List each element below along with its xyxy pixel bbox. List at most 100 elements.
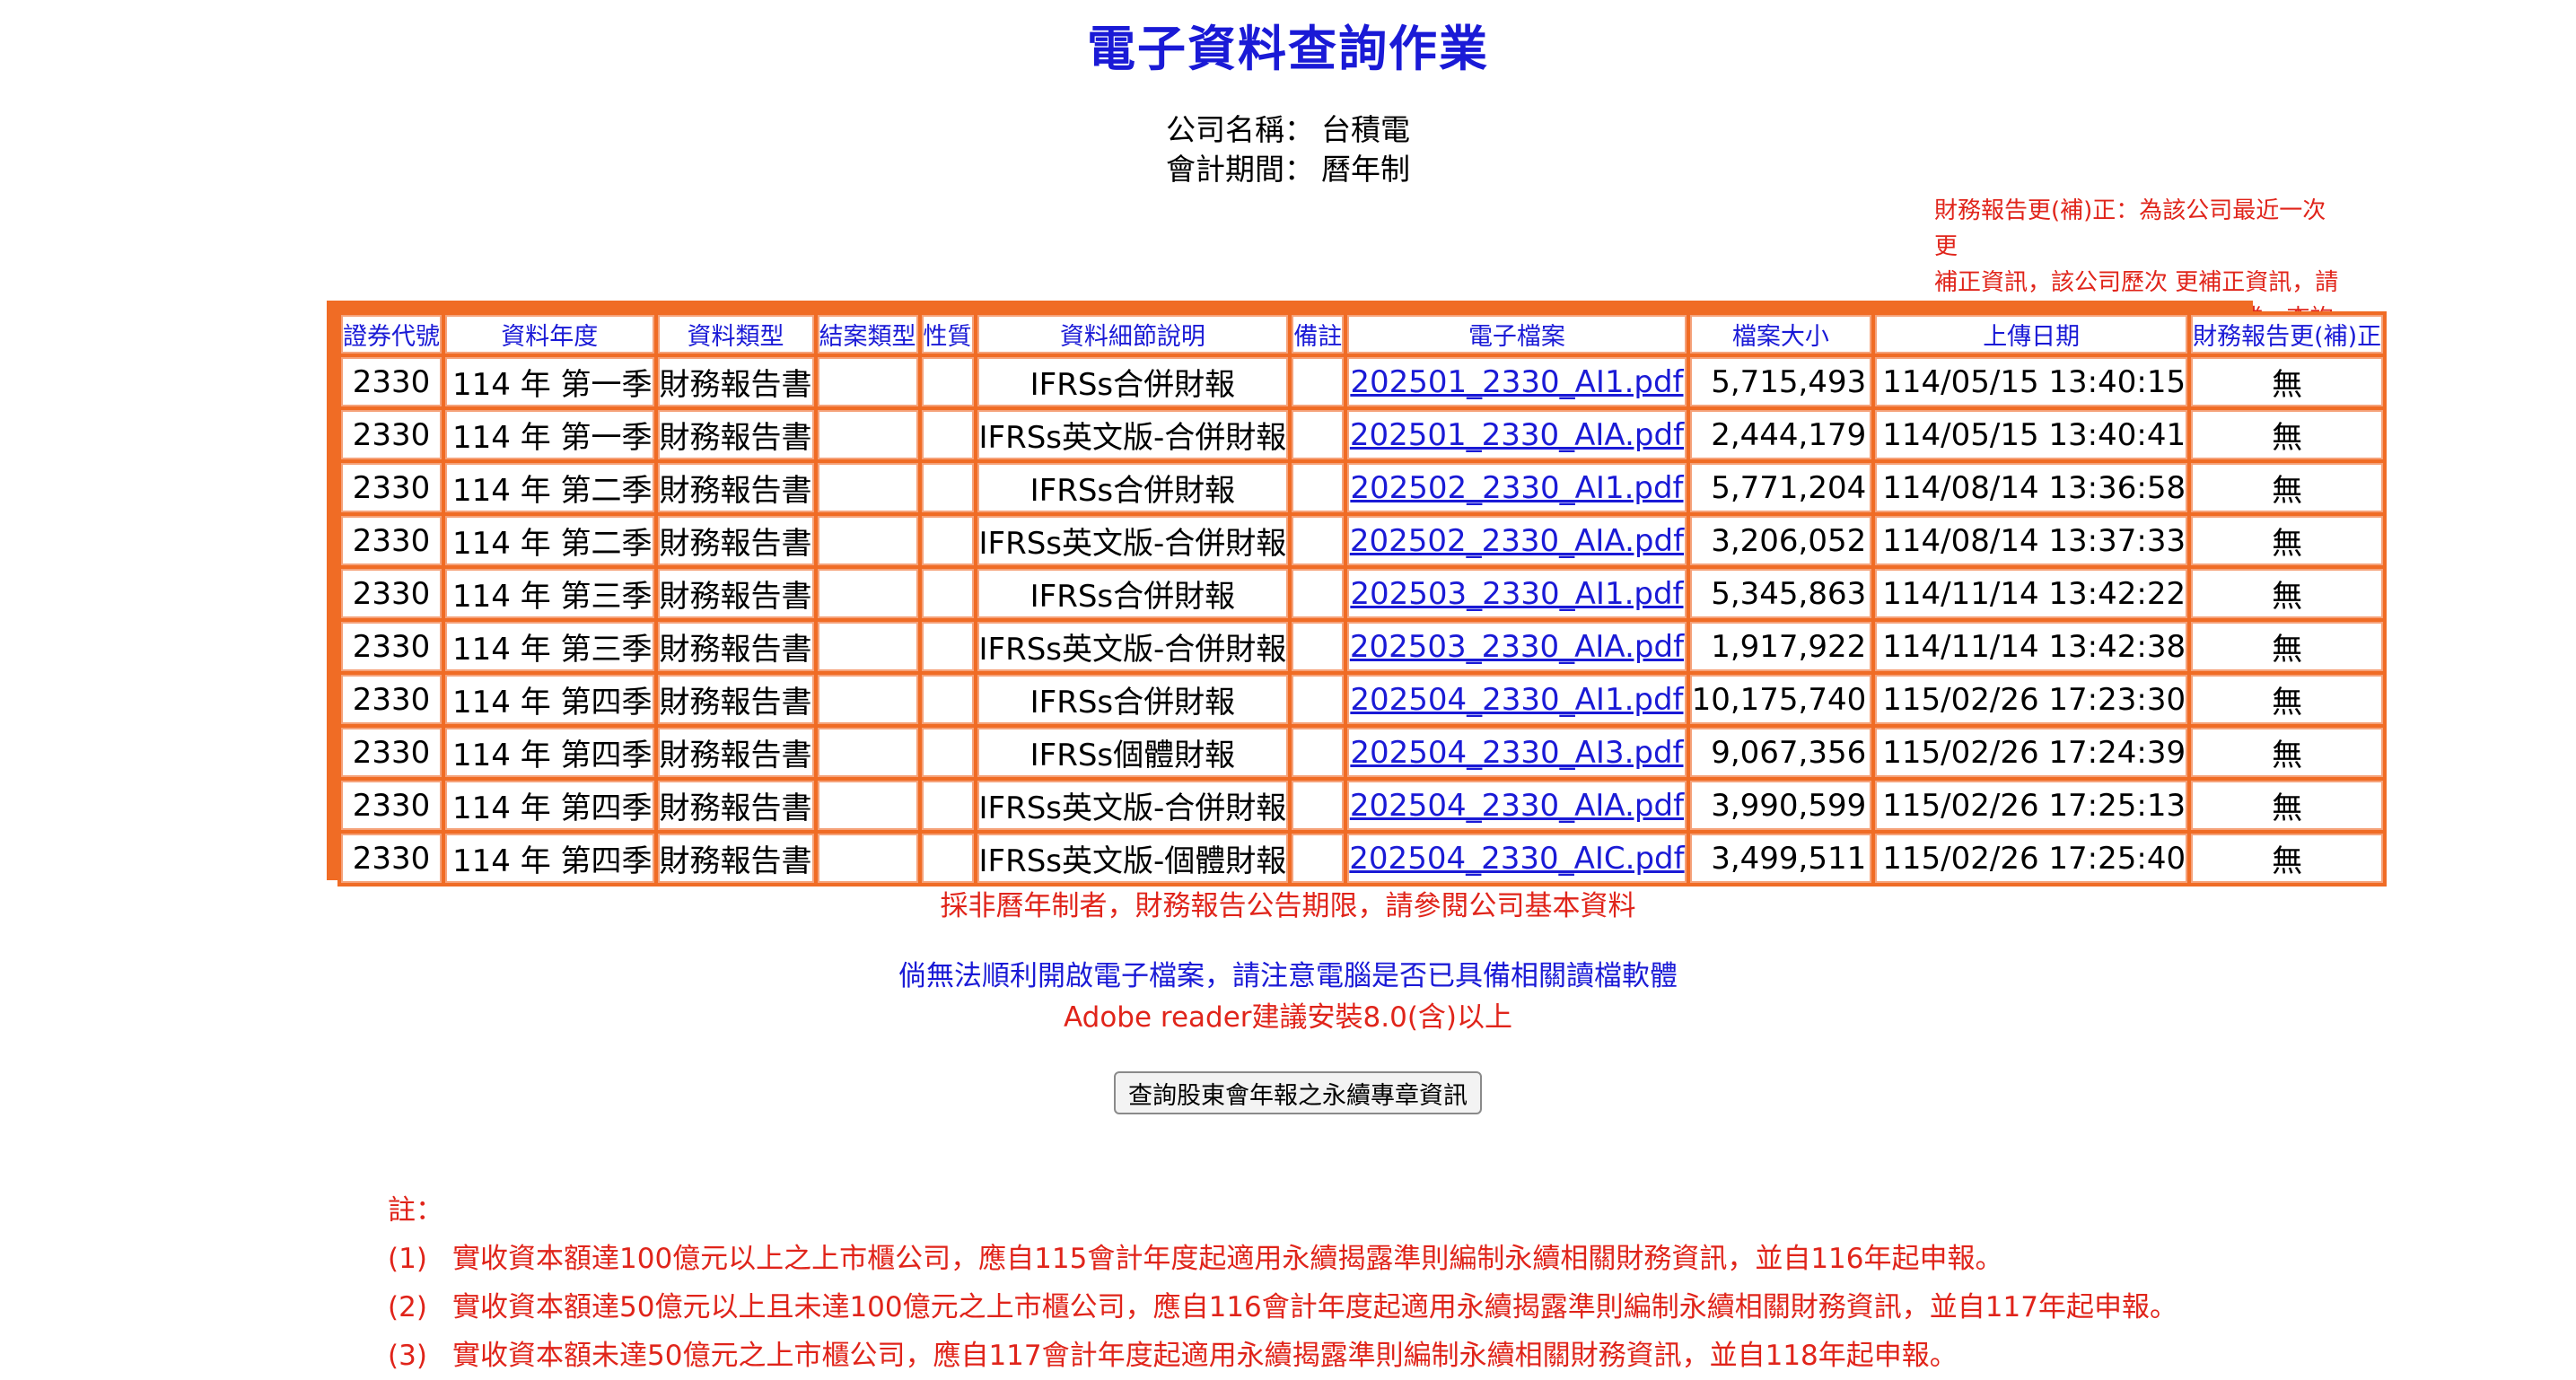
header-file: 電子檔案 (1347, 315, 1687, 354)
pdf-file-link[interactable]: 202502_2330_AIA.pdf (1350, 523, 1684, 559)
cell-code: 2330 (341, 675, 442, 724)
table-header-row: 證券代號 資料年度 資料類型 結案類型 性質 資料細節說明 備註 電子檔案 檔案… (341, 315, 2384, 354)
pdf-file-link[interactable]: 202502_2330_AI1.pdf (1350, 470, 1683, 506)
cell-file: 202502_2330_AIA.pdf (1347, 516, 1687, 565)
note-item: (2) 實收資本額達50億元以上且未達100億元之上市櫃公司，應自116會計年度起… (388, 1283, 2452, 1332)
cell-upload-date: 114/11/14 13:42:22 (1875, 569, 2188, 618)
header-code: 證券代號 (341, 315, 442, 354)
note-number: (3) (388, 1340, 427, 1372)
cell-code: 2330 (341, 516, 442, 565)
cell-detail: IFRSs合併財報 (977, 569, 1289, 618)
pdf-file-link[interactable]: 202503_2330_AIA.pdf (1350, 629, 1684, 665)
cell-nature (921, 781, 974, 830)
cell-code: 2330 (341, 834, 442, 883)
cell-type: 財務報告書 (657, 516, 814, 565)
cell-nature (921, 622, 974, 671)
cell-detail: IFRSs合併財報 (977, 675, 1289, 724)
cell-correction: 無 (2191, 622, 2384, 671)
cell-code: 2330 (341, 410, 442, 459)
cell-year: 114 年 第三季 (445, 622, 654, 671)
cell-nature (921, 357, 974, 406)
company-label: 公司名稱： (1166, 112, 1314, 147)
cell-close-type (817, 569, 918, 618)
cell-correction: 無 (2191, 834, 2384, 883)
cell-year: 114 年 第四季 (445, 675, 654, 724)
cell-upload-date: 114/08/14 13:36:58 (1875, 463, 2188, 512)
header-year: 資料年度 (445, 315, 654, 354)
cell-size: 3,206,052 (1689, 516, 1872, 565)
cell-size: 10,175,740 (1689, 675, 1872, 724)
cell-remark (1292, 516, 1345, 565)
cell-file: 202501_2330_AI1.pdf (1347, 357, 1687, 406)
cell-close-type (817, 357, 918, 406)
cell-upload-date: 115/02/26 17:24:39 (1875, 728, 2188, 777)
pdf-file-link[interactable]: 202501_2330_AIA.pdf (1350, 417, 1684, 453)
pdf-file-link[interactable]: 202504_2330_AIA.pdf (1350, 788, 1684, 824)
cell-upload-date: 115/02/26 17:25:40 (1875, 834, 2188, 883)
cell-remark (1292, 834, 1345, 883)
pdf-file-link[interactable]: 202504_2330_AI3.pdf (1350, 735, 1683, 771)
cell-size: 5,771,204 (1689, 463, 1872, 512)
pdf-file-link[interactable]: 202504_2330_AI1.pdf (1350, 682, 1683, 718)
company-name: 公司名稱： 台積電 (0, 106, 2576, 149)
note-text: 實收資本額未達50億元之上市櫃公司，應自117會計年度起適用永續揭露準則編制永續… (452, 1340, 1958, 1372)
header-remark: 備註 (1292, 315, 1345, 354)
page-title: 電子資料查詢作業 (1087, 21, 1489, 77)
header-nature: 性質 (921, 315, 974, 354)
cell-file: 202504_2330_AI3.pdf (1347, 728, 1687, 777)
cell-detail: IFRSs合併財報 (977, 463, 1289, 512)
query-sustainability-button[interactable]: 查詢股東會年報之永續專章資訊 (1114, 1071, 1482, 1114)
table-row: 2330 114 年 第三季 財務報告書 IFRSs合併財報 202503_2330_A… (341, 569, 2384, 618)
cell-upload-date: 114/08/14 13:37:33 (1875, 516, 2188, 565)
correction-note-line: 財務報告更(補)正：為該公司最近一次更 (1934, 197, 2326, 260)
note-number: (2) (388, 1291, 427, 1323)
note-number: (1) (388, 1243, 427, 1275)
cell-correction: 無 (2191, 728, 2384, 777)
cell-upload-date: 115/02/26 17:25:13 (1875, 781, 2188, 830)
cell-close-type (817, 728, 918, 777)
cell-year: 114 年 第一季 (445, 410, 654, 459)
cell-year: 114 年 第四季 (445, 781, 654, 830)
header-correction: 財務報告更(補)正 (2191, 315, 2384, 354)
cell-upload-date: 114/05/15 13:40:15 (1875, 357, 2188, 406)
cell-size: 9,067,356 (1689, 728, 1872, 777)
cell-type: 財務報告書 (657, 569, 814, 618)
pdf-file-link[interactable]: 202503_2330_AI1.pdf (1350, 576, 1683, 612)
cell-size: 2,444,179 (1689, 410, 1872, 459)
table-row: 2330 114 年 第二季 財務報告書 IFRSs合併財報 202502_2330_A… (341, 463, 2384, 512)
period-value: 曆年制 (1321, 152, 1410, 187)
correction-note-line: 補正資訊，該公司歷次 更補正資訊，請 (1934, 269, 2339, 296)
cell-remark (1292, 569, 1345, 618)
cell-size: 3,499,511 (1689, 834, 1872, 883)
cell-close-type (817, 463, 918, 512)
cell-close-type (817, 410, 918, 459)
accounting-period: 會計期間： 曆年制 (0, 145, 2576, 188)
cell-remark (1292, 357, 1345, 406)
notes-section: 註： (1) 實收資本額達100億元以上之上市櫃公司，應自115會計年度起適用永續… (388, 1186, 2452, 1380)
cell-type: 財務報告書 (657, 834, 814, 883)
cell-correction: 無 (2191, 781, 2384, 830)
cell-file: 202504_2330_AIA.pdf (1347, 781, 1687, 830)
cell-correction: 無 (2191, 516, 2384, 565)
table-row: 2330 114 年 第二季 財務報告書 IFRSs英文版-合併財報 202502_23… (341, 516, 2384, 565)
cell-close-type (817, 516, 918, 565)
note-text: 實收資本額達100億元以上之上市櫃公司，應自115會計年度起適用永續揭露準則編制… (452, 1243, 2003, 1275)
cell-detail: IFRSs個體財報 (977, 728, 1289, 777)
notes-heading: 註： (388, 1194, 443, 1227)
cell-nature (921, 516, 974, 565)
cell-nature (921, 675, 974, 724)
cell-detail: IFRSs英文版-合併財報 (977, 410, 1289, 459)
cell-nature (921, 834, 974, 883)
cell-year: 114 年 第四季 (445, 834, 654, 883)
cell-close-type (817, 622, 918, 671)
pdf-file-link[interactable]: 202504_2330_AIC.pdf (1349, 841, 1684, 877)
cell-correction: 無 (2191, 675, 2384, 724)
open-file-note: 倘無法順利開啟電子檔案，請注意電腦是否已具備相關讀檔軟體 (898, 960, 1678, 992)
cell-year: 114 年 第一季 (445, 357, 654, 406)
cell-year: 114 年 第二季 (445, 516, 654, 565)
cell-file: 202501_2330_AIA.pdf (1347, 410, 1687, 459)
cell-file: 202502_2330_AI1.pdf (1347, 463, 1687, 512)
pdf-file-link[interactable]: 202501_2330_AI1.pdf (1350, 364, 1683, 400)
cell-remark (1292, 410, 1345, 459)
cell-size: 5,715,493 (1689, 357, 1872, 406)
